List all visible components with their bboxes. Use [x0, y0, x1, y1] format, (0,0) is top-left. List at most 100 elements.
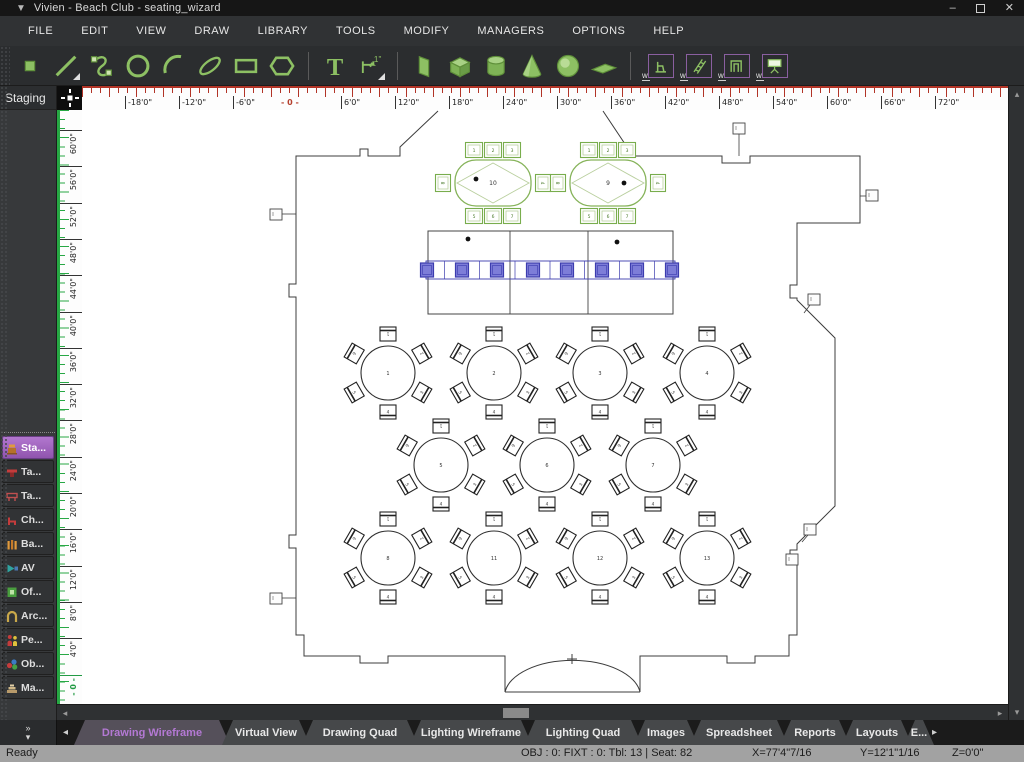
round-table-chair[interactable]: 3	[729, 566, 752, 589]
hex-chair[interactable]: 4	[649, 173, 667, 193]
scroll-up-button[interactable]: ▴	[1009, 86, 1024, 102]
maximize-button[interactable]	[975, 3, 985, 13]
scroll-left-button[interactable]: ◂	[57, 705, 73, 721]
tool-chair-wizard-icon[interactable]: w	[641, 50, 675, 82]
menu-tools[interactable]: TOOLS	[322, 21, 390, 41]
tab-reports[interactable]: Reports	[780, 720, 850, 745]
round-table[interactable]: 1 2 3 4 5 6 1	[343, 326, 433, 420]
hex-chair[interactable]: 3	[502, 141, 522, 159]
tool-circle-icon[interactable]	[122, 50, 154, 82]
round-table[interactable]: 1 2 3 4 5 6 13	[662, 511, 752, 605]
round-table-chair[interactable]: 4	[698, 404, 716, 420]
hex-chair[interactable]: 7	[617, 207, 637, 225]
tool-truss-wizard-icon[interactable]: w	[679, 50, 713, 82]
round-table[interactable]: 12345612	[555, 511, 645, 605]
selection-handle[interactable]	[269, 208, 296, 221]
hex-table[interactable]: 1 2 3 4 5 6 7 8 10	[434, 141, 552, 225]
round-table-chair[interactable]: 6	[396, 434, 419, 457]
round-table[interactable]: 1 2 3 4 5 6 5	[396, 418, 486, 512]
round-table-chair[interactable]: 3	[410, 381, 433, 404]
sidebar-item-materials[interactable]: Ma...	[2, 676, 54, 699]
sidebar-item-chairs[interactable]: Ch...	[2, 508, 54, 531]
round-table[interactable]: 1 2 3 4 5 6 7	[608, 418, 698, 512]
tabs-scroll-left-button[interactable]: ◂	[57, 720, 74, 745]
hex-chair[interactable]: 2	[598, 141, 618, 159]
round-table[interactable]: 1 2 3 4 5 6 2	[449, 326, 539, 420]
head-table-chair[interactable]	[489, 262, 505, 278]
tool-box-icon[interactable]	[444, 50, 476, 82]
minimize-button[interactable]: –	[950, 3, 956, 14]
round-table-chair[interactable]: 4	[698, 589, 716, 605]
menu-file[interactable]: FILE	[14, 21, 67, 41]
round-table-chair[interactable]: 1	[379, 511, 397, 527]
scroll-down-button[interactable]: ▾	[1009, 704, 1024, 720]
round-table-chair[interactable]: 5	[449, 566, 472, 589]
round-table[interactable]: 1 2 3 4 5 6 6	[502, 418, 592, 512]
round-table-chair[interactable]: 6	[555, 527, 578, 550]
tab-images[interactable]: Images	[634, 720, 698, 745]
sidebar-item-tables2[interactable]: Ta...	[2, 484, 54, 507]
hex-chair[interactable]: 5	[579, 207, 599, 225]
round-table-chair[interactable]: 2	[622, 342, 645, 365]
round-table-chair[interactable]: 4	[379, 589, 397, 605]
round-table-chair[interactable]: 1	[698, 326, 716, 342]
round-table-chair[interactable]: 1	[485, 326, 503, 342]
tab-spreadsheet[interactable]: Spreadsheet	[690, 720, 788, 745]
tool-text-icon[interactable]	[319, 50, 351, 82]
tool-ellipse-icon[interactable]	[194, 50, 226, 82]
head-table-chair[interactable]	[454, 262, 470, 278]
round-table-chair[interactable]: 4	[591, 589, 609, 605]
head-table-chair[interactable]	[419, 262, 435, 278]
round-table-chair[interactable]: 6	[343, 527, 366, 550]
scroll-right-button[interactable]: ▸	[992, 705, 1008, 721]
hex-chair[interactable]: 3	[617, 141, 637, 159]
head-table-chair[interactable]	[664, 262, 680, 278]
hex-chair[interactable]: 4	[534, 173, 552, 193]
round-table-chair[interactable]: 1	[591, 511, 609, 527]
selection-handle[interactable]	[269, 592, 296, 605]
tool-door-wizard-icon[interactable]: w	[717, 50, 751, 82]
tool-polygon-icon[interactable]	[266, 50, 298, 82]
hex-chair[interactable]: 1	[464, 141, 484, 159]
round-table-chair[interactable]: 2	[410, 342, 433, 365]
round-table-chair[interactable]: 2	[516, 527, 539, 550]
round-table-chair[interactable]: 6	[608, 434, 631, 457]
hex-chair[interactable]: 6	[598, 207, 618, 225]
round-table-chair[interactable]: 5	[555, 381, 578, 404]
tool-arc-icon[interactable]	[158, 50, 190, 82]
hex-chair[interactable]: 1	[579, 141, 599, 159]
horizontal-scroll-thumb[interactable]	[503, 708, 529, 718]
tool-point-icon[interactable]	[14, 50, 46, 82]
round-table-chair[interactable]: 3	[622, 381, 645, 404]
horizontal-scroll-track[interactable]	[73, 705, 992, 720]
tool-cylinder-icon[interactable]	[480, 50, 512, 82]
round-table-chair[interactable]: 3	[729, 381, 752, 404]
round-table-chair[interactable]: 5	[608, 473, 631, 496]
round-table-chair[interactable]: 6	[662, 342, 685, 365]
round-table-chair[interactable]: 3	[516, 566, 539, 589]
round-table-chair[interactable]: 3	[569, 473, 592, 496]
round-table-chair[interactable]: 5	[555, 566, 578, 589]
round-table[interactable]: 1 2 3 4 5 6 4	[662, 326, 752, 420]
round-table[interactable]: 1 2 3 4 5 6 11	[449, 511, 539, 605]
round-table-chair[interactable]: 6	[343, 342, 366, 365]
tool-screen-wizard-icon[interactable]: w	[755, 50, 789, 82]
head-table-chair[interactable]	[525, 262, 541, 278]
tab-layouts[interactable]: Layouts	[842, 720, 912, 745]
round-table-chair[interactable]: 6	[555, 342, 578, 365]
head-table-chair[interactable]	[559, 262, 575, 278]
tool-sphere-icon[interactable]	[552, 50, 584, 82]
round-table-chair[interactable]: 2	[516, 342, 539, 365]
tool-slab-icon[interactable]	[588, 50, 620, 82]
hex-chair[interactable]: 8	[549, 173, 567, 193]
round-table-chair[interactable]: 4	[379, 404, 397, 420]
round-table-chair[interactable]: 2	[729, 342, 752, 365]
sidebar-item-tables[interactable]: Ta...	[2, 460, 54, 483]
round-table-chair[interactable]: 4	[485, 404, 503, 420]
tool-cone-icon[interactable]	[516, 50, 548, 82]
sidebar-item-arch[interactable]: Arc...	[2, 604, 54, 627]
head-table-chair[interactable]	[629, 262, 645, 278]
round-table-chair[interactable]: 5	[502, 473, 525, 496]
tool-rectangle-icon[interactable]	[230, 50, 262, 82]
selection-handle[interactable]	[803, 293, 821, 314]
